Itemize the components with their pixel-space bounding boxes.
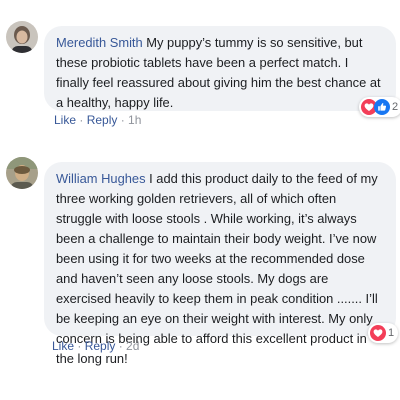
- like-link[interactable]: Like: [52, 339, 74, 353]
- comment-bubble: Meredith Smith My puppy’s tummy is so se…: [44, 26, 396, 111]
- heart-icon: [370, 325, 386, 341]
- like-link[interactable]: Like: [54, 113, 76, 127]
- thumbs-up-icon: [374, 99, 390, 115]
- author-name[interactable]: William Hughes: [56, 171, 146, 186]
- author-name[interactable]: Meredith Smith: [56, 35, 143, 50]
- reply-link[interactable]: Reply: [85, 339, 116, 353]
- reactions-badge[interactable]: 1: [368, 323, 399, 343]
- reaction-count: 1: [388, 327, 395, 339]
- comment-text: I add this product daily to the feed of …: [56, 171, 378, 366]
- comment-bubble: William Hughes I add this product daily …: [44, 162, 396, 366]
- comment-actions: Like · Reply · 2d: [52, 339, 140, 353]
- avatar[interactable]: [6, 157, 38, 189]
- timestamp[interactable]: 2d: [126, 339, 139, 353]
- timestamp[interactable]: 1h: [128, 113, 141, 127]
- reactions-badge[interactable]: 2: [359, 97, 400, 117]
- avatar[interactable]: [6, 21, 38, 53]
- reaction-count: 2: [392, 101, 399, 113]
- reply-link[interactable]: Reply: [87, 113, 118, 127]
- comment-actions: Like · Reply · 1h: [54, 113, 142, 127]
